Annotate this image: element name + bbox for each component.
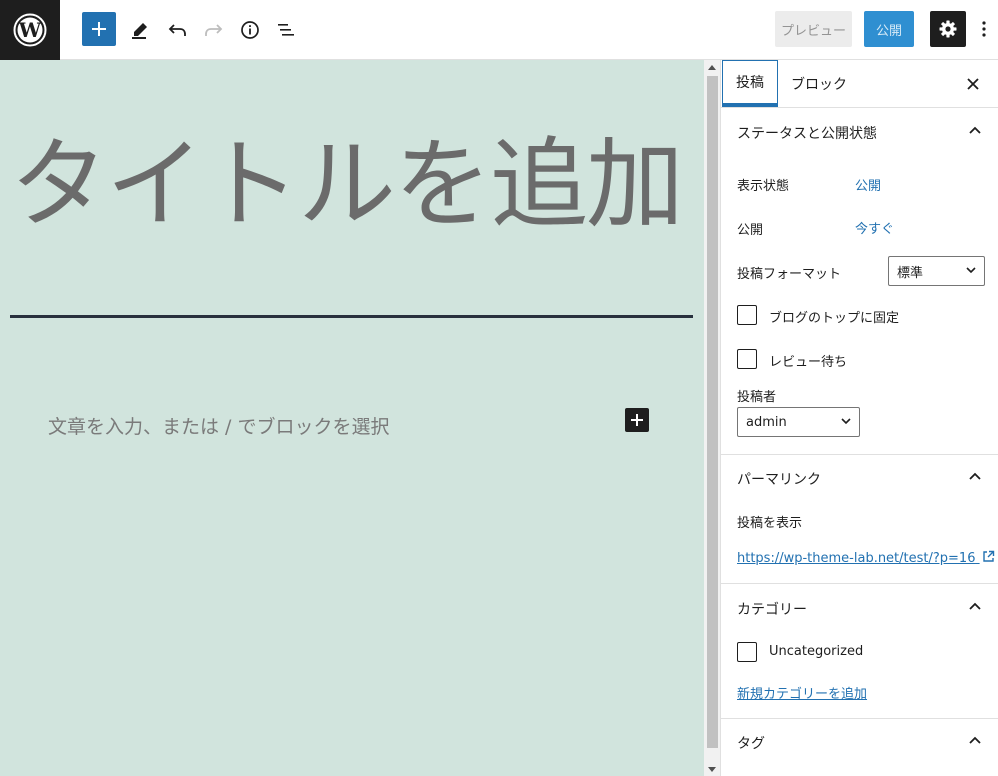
chevron-up-icon <box>969 736 981 744</box>
scroll-down-arrow-icon[interactable] <box>708 767 716 772</box>
more-vertical-icon <box>982 21 986 37</box>
undo-icon <box>168 24 186 36</box>
post-title-input[interactable]: タイトルを追加 <box>10 130 700 240</box>
plus-icon <box>631 414 643 426</box>
category-label: Uncategorized <box>769 644 864 659</box>
list-view-button[interactable] <box>268 12 304 48</box>
category-panel-title: カテゴリー <box>737 602 807 618</box>
scroll-thumb[interactable] <box>707 76 718 748</box>
pencil-icon <box>132 23 147 39</box>
wordpress-icon: W <box>13 13 47 47</box>
title-separator <box>10 315 693 318</box>
redo-icon <box>205 24 223 36</box>
chevron-up-icon <box>969 126 981 134</box>
sidebar-tabs: 投稿 ブロック <box>721 60 998 108</box>
permalink-link[interactable]: https://wp-theme-lab.net/test/?p=16 <box>737 550 995 566</box>
chevron-up-icon <box>969 602 981 610</box>
author-label: 投稿者 <box>737 390 777 405</box>
list-view-icon <box>278 24 294 36</box>
block-inserter-button[interactable] <box>82 12 116 46</box>
scroll-up-arrow-icon[interactable] <box>708 65 716 70</box>
options-menu-button[interactable] <box>974 11 994 47</box>
category-checkbox[interactable] <box>737 642 757 662</box>
editor-canvas: タイトルを追加 文章を入力、または / でブロックを選択 <box>0 60 704 776</box>
preview-button[interactable]: プレビュー <box>775 11 852 47</box>
close-icon <box>967 78 979 90</box>
publish-button[interactable]: 公開 <box>864 11 914 47</box>
post-format-select[interactable]: 標準 <box>888 256 985 286</box>
info-icon <box>241 21 259 39</box>
view-post-label: 投稿を表示 <box>737 516 803 531</box>
sticky-label: ブログのトップに固定 <box>769 311 900 326</box>
status-panel-toggle[interactable]: ステータスと公開状態 <box>721 109 998 157</box>
editor-header: W プレビュー 公開 <box>0 0 998 60</box>
category-panel-toggle[interactable]: カテゴリー <box>721 585 998 633</box>
chevron-down-icon <box>841 418 851 425</box>
inline-block-inserter-button[interactable] <box>625 408 649 432</box>
paragraph-block-placeholder[interactable]: 文章を入力、または / でブロックを選択 <box>48 412 389 439</box>
chevron-down-icon <box>966 267 976 274</box>
permalink-panel-title: パーマリンク <box>737 472 821 488</box>
publish-label: 公開 <box>737 223 764 238</box>
visibility-toggle[interactable]: 公開 <box>855 175 881 194</box>
pending-review-label: レビュー待ち <box>769 355 848 370</box>
settings-button[interactable] <box>930 11 966 47</box>
status-panel-title: ステータスと公開状態 <box>737 126 877 142</box>
tag-panel-title: タグ <box>737 736 765 752</box>
close-sidebar-button[interactable] <box>961 72 985 96</box>
gear-icon <box>939 20 957 38</box>
pending-review-checkbox[interactable] <box>737 349 757 369</box>
canvas-scrollbar[interactable] <box>704 60 720 776</box>
undo-button[interactable] <box>160 12 196 48</box>
post-format-value: 標準 <box>897 265 924 281</box>
tag-panel-toggle[interactable]: タグ <box>721 719 998 767</box>
author-select[interactable]: admin <box>737 407 860 437</box>
svg-text:W: W <box>18 18 42 42</box>
author-value: admin <box>746 414 787 430</box>
chevron-up-icon <box>969 472 981 480</box>
plus-icon <box>92 22 106 36</box>
permalink-url: https://wp-theme-lab.net/test/?p=16 <box>737 551 976 566</box>
redo-button[interactable] <box>195 12 231 48</box>
tools-button[interactable] <box>122 12 158 48</box>
publish-date-toggle[interactable]: 今すぐ <box>855 218 894 237</box>
tab-post[interactable]: 投稿 <box>722 60 778 107</box>
external-link-icon <box>982 550 994 562</box>
post-format-label: 投稿フォーマット <box>737 267 842 282</box>
sticky-checkbox[interactable] <box>737 305 757 325</box>
tab-block[interactable]: ブロック <box>791 60 847 107</box>
details-button[interactable] <box>232 12 268 48</box>
visibility-label: 表示状態 <box>737 179 790 194</box>
panel-divider <box>721 583 998 584</box>
settings-sidebar: 投稿 ブロック ステータスと公開状態 表示状態 公開 公開 今すぐ 投稿フォーマ… <box>720 60 998 776</box>
wordpress-logo-button[interactable]: W <box>0 0 60 60</box>
permalink-panel-toggle[interactable]: パーマリンク <box>721 455 998 503</box>
add-category-link[interactable]: 新規カテゴリーを追加 <box>737 683 867 702</box>
